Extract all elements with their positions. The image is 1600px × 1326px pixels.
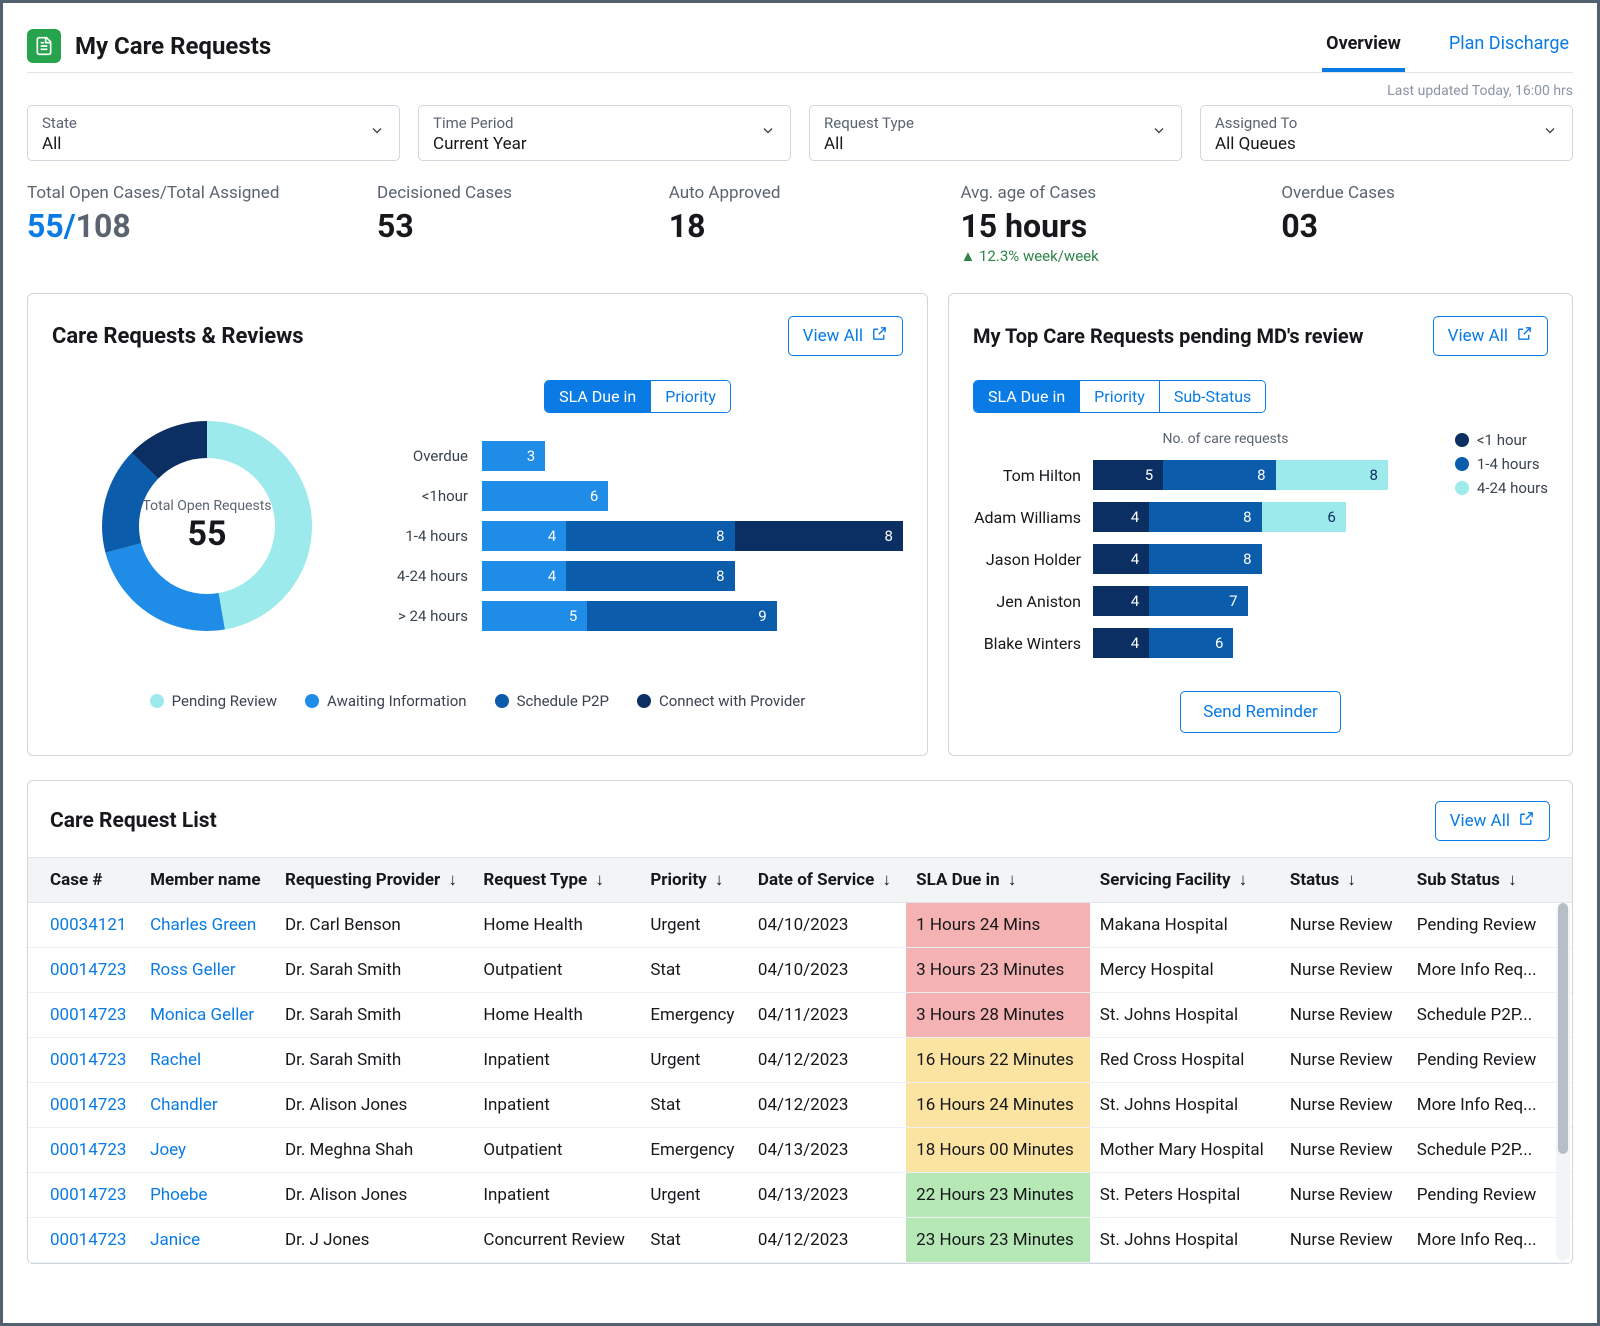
legend-item: Pending Review bbox=[150, 692, 277, 710]
donut-chart: Total Open Requests 55 bbox=[77, 396, 337, 656]
send-reminder-button[interactable]: Send Reminder bbox=[1180, 691, 1341, 733]
table-row: 00014723 Joey Dr. Meghna Shah Outpatient… bbox=[28, 1128, 1572, 1173]
md-review-chart: Tom Hilton588Adam Williams486Jason Holde… bbox=[973, 457, 1388, 661]
col-servicing-facility[interactable]: Servicing Facility ↓ bbox=[1090, 858, 1280, 903]
app-icon bbox=[27, 29, 61, 63]
col-sla-due-in[interactable]: SLA Due in ↓ bbox=[906, 858, 1090, 903]
filter-time period[interactable]: Time Period Current Year bbox=[418, 105, 791, 161]
col-request-type[interactable]: Request Type ↓ bbox=[473, 858, 640, 903]
kpi-open-value: 55/108 bbox=[27, 207, 377, 245]
care-request-table: Case # Member name Requesting Provider ↓… bbox=[28, 857, 1572, 1263]
last-updated: Last updated Today, 16:00 hrs bbox=[27, 83, 1573, 99]
chevron-down-icon bbox=[1542, 123, 1558, 144]
col-date-of-service[interactable]: Date of Service ↓ bbox=[748, 858, 906, 903]
tab-overview[interactable]: Overview bbox=[1322, 19, 1405, 72]
kpi-age-label: Avg. age of Cases bbox=[960, 183, 1281, 203]
donut-center-value: 55 bbox=[142, 514, 271, 554]
filter-assigned to[interactable]: Assigned To All Queues bbox=[1200, 105, 1573, 161]
col-member-name[interactable]: Member name bbox=[140, 858, 275, 903]
legend-item: <1 hour bbox=[1455, 431, 1548, 449]
case-link[interactable]: 00014723 bbox=[50, 1050, 126, 1070]
sla-priority-toggle[interactable]: SLA Due in Priority bbox=[544, 380, 731, 413]
case-link[interactable]: 00014723 bbox=[50, 1005, 126, 1025]
table-row: 00014723 Ross Geller Dr. Sarah Smith Out… bbox=[28, 948, 1572, 993]
chevron-down-icon bbox=[369, 123, 385, 144]
member-link[interactable]: Chandler bbox=[150, 1095, 218, 1115]
table-row: 00014723 Janice Dr. J Jones Concurrent R… bbox=[28, 1218, 1572, 1263]
md-review-title: My Top Care Requests pending MD's review bbox=[973, 324, 1433, 348]
sla-bars-chart: Overdue3<1hour61-4 hours4884-24 hours48>… bbox=[372, 439, 903, 633]
md-review-toggle[interactable]: SLA Due in Priority Sub-Status bbox=[973, 380, 1266, 413]
donut-center-label: Total Open Requests bbox=[142, 498, 271, 514]
legend-item: 1-4 hours bbox=[1455, 455, 1548, 473]
toggle-sla-due-in[interactable]: SLA Due in bbox=[545, 381, 650, 412]
open-external-icon bbox=[1518, 810, 1535, 832]
care-list-view-all[interactable]: View All bbox=[1435, 801, 1550, 841]
col-status[interactable]: Status ↓ bbox=[1280, 858, 1407, 903]
col-sub-status[interactable]: Sub Status ↓ bbox=[1407, 858, 1572, 903]
kpi-decisioned-value: 53 bbox=[377, 207, 669, 245]
case-link[interactable]: 00014723 bbox=[50, 960, 126, 980]
care-list-title: Care Request List bbox=[50, 809, 1435, 833]
kpi-overdue-label: Overdue Cases bbox=[1281, 183, 1573, 203]
case-link[interactable]: 00034121 bbox=[50, 915, 126, 935]
filter-state[interactable]: State All bbox=[27, 105, 400, 161]
case-link[interactable]: 00014723 bbox=[50, 1185, 126, 1205]
kpi-auto-value: 18 bbox=[669, 207, 961, 245]
kpi-age-value: 15 hours bbox=[960, 207, 1281, 245]
legend-item: Awaiting Information bbox=[305, 692, 467, 710]
member-link[interactable]: Charles Green bbox=[150, 915, 256, 935]
table-row: 00034121 Charles Green Dr. Carl Benson H… bbox=[28, 903, 1572, 948]
table-row: 00014723 Phoebe Dr. Alison Jones Inpatie… bbox=[28, 1173, 1572, 1218]
table-row: 00014723 Chandler Dr. Alison Jones Inpat… bbox=[28, 1083, 1572, 1128]
kpi-overdue-value: 03 bbox=[1281, 207, 1573, 245]
member-link[interactable]: Joey bbox=[150, 1140, 186, 1160]
kpi-decisioned-label: Decisioned Cases bbox=[377, 183, 669, 203]
case-link[interactable]: 00014723 bbox=[50, 1095, 126, 1115]
member-link[interactable]: Monica Geller bbox=[150, 1005, 254, 1025]
toggle-priority[interactable]: Priority bbox=[650, 381, 730, 412]
md-axis-title: No. of care requests bbox=[973, 431, 1388, 447]
col-priority[interactable]: Priority ↓ bbox=[640, 858, 748, 903]
kpi-open-label: Total Open Cases/Total Assigned bbox=[27, 183, 377, 203]
md-toggle-sla[interactable]: SLA Due in bbox=[974, 381, 1079, 412]
member-link[interactable]: Rachel bbox=[150, 1050, 201, 1070]
legend-item: Schedule P2P bbox=[495, 692, 609, 710]
member-link[interactable]: Janice bbox=[150, 1230, 200, 1250]
case-link[interactable]: 00014723 bbox=[50, 1230, 126, 1250]
table-scrollbar[interactable] bbox=[1556, 903, 1570, 1261]
chevron-down-icon bbox=[1151, 123, 1167, 144]
member-link[interactable]: Phoebe bbox=[150, 1185, 207, 1205]
chevron-down-icon bbox=[760, 123, 776, 144]
kpi-age-trend: ▲ 12.3% week/week bbox=[960, 247, 1281, 265]
tab-plan-discharge[interactable]: Plan Discharge bbox=[1445, 19, 1573, 72]
member-link[interactable]: Ross Geller bbox=[150, 960, 236, 980]
md-toggle-substatus[interactable]: Sub-Status bbox=[1159, 381, 1265, 412]
filter-request type[interactable]: Request Type All bbox=[809, 105, 1182, 161]
case-link[interactable]: 00014723 bbox=[50, 1140, 126, 1160]
col-requesting-provider[interactable]: Requesting Provider ↓ bbox=[275, 858, 473, 903]
legend-item: 4-24 hours bbox=[1455, 479, 1548, 497]
care-requests-view-all[interactable]: View All bbox=[788, 316, 903, 356]
legend-item: Connect with Provider bbox=[637, 692, 805, 710]
md-toggle-priority[interactable]: Priority bbox=[1079, 381, 1159, 412]
md-review-view-all[interactable]: View All bbox=[1433, 316, 1548, 356]
table-row: 00014723 Monica Geller Dr. Sarah Smith H… bbox=[28, 993, 1572, 1038]
table-row: 00014723 Rachel Dr. Sarah Smith Inpatien… bbox=[28, 1038, 1572, 1083]
page-title: My Care Requests bbox=[75, 32, 1322, 60]
open-external-icon bbox=[1516, 325, 1533, 347]
kpi-auto-label: Auto Approved bbox=[669, 183, 961, 203]
open-external-icon bbox=[871, 325, 888, 347]
care-requests-title: Care Requests & Reviews bbox=[52, 324, 788, 349]
col-case-[interactable]: Case # bbox=[28, 858, 140, 903]
